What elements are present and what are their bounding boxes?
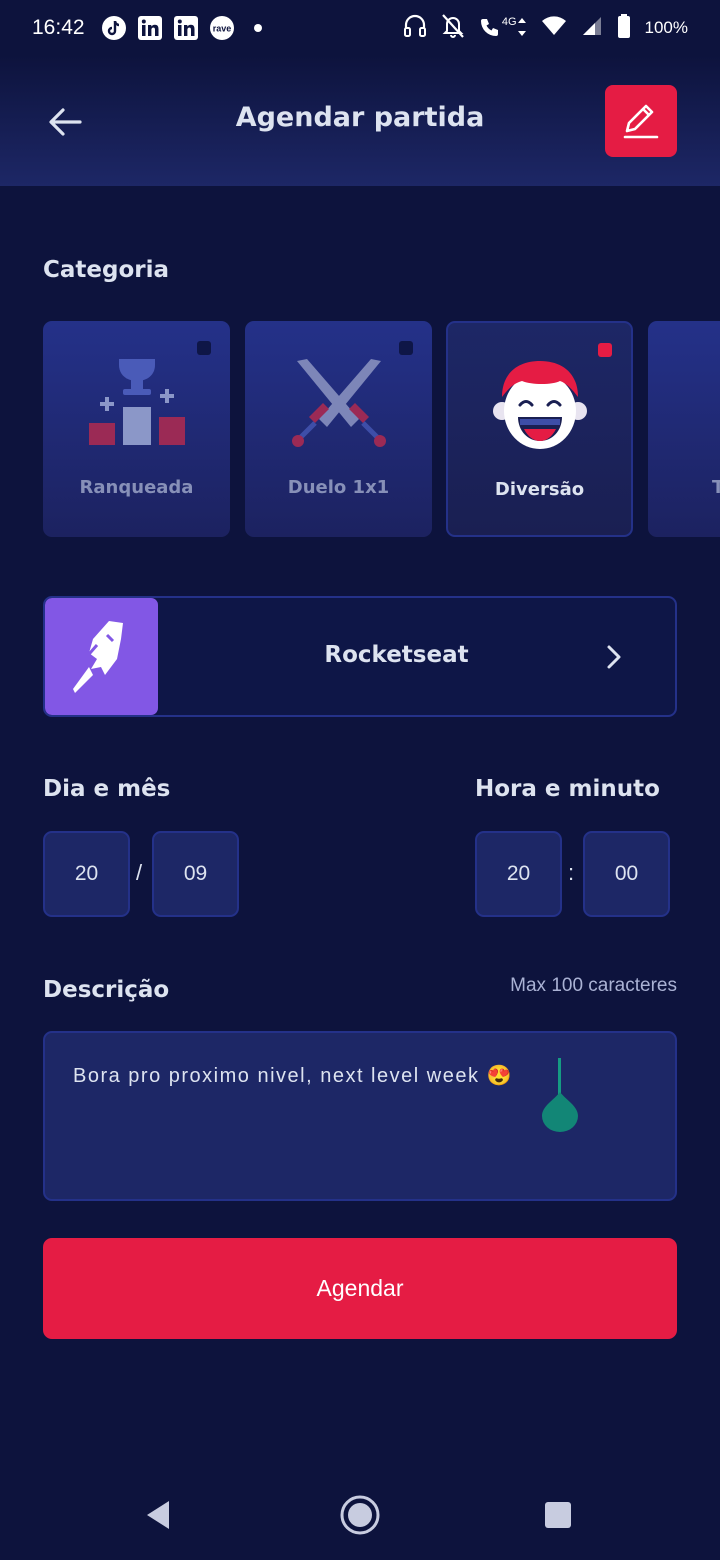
- laughing-face-icon: [448, 359, 631, 451]
- category-checkbox-checked: [598, 343, 612, 357]
- time-separator: :: [568, 860, 575, 885]
- category-card-diversao[interactable]: Diversão: [446, 321, 633, 537]
- tiktok-icon: [101, 15, 127, 41]
- guild-name: Rocketseat: [324, 642, 469, 668]
- category-card-ranqueada[interactable]: Ranqueada: [43, 321, 230, 537]
- hour-input[interactable]: 20: [475, 831, 562, 917]
- dot-icon: [245, 15, 271, 41]
- crossed-swords-icon: [245, 357, 432, 449]
- triangle-back-icon: [147, 1501, 169, 1529]
- category-label-duelo: Duelo 1x1: [287, 477, 390, 498]
- controller-icon: [648, 357, 720, 449]
- battery-percent: 100%: [644, 18, 688, 37]
- linkedin-icon: [173, 15, 199, 41]
- circle-home-icon: [340, 1495, 380, 1535]
- system-nav-bar: [0, 1470, 720, 1560]
- trophy-podium-icon: [43, 357, 230, 449]
- nav-back-button[interactable]: [135, 1492, 181, 1538]
- time-label: Hora e minuto: [475, 776, 660, 802]
- text-cursor-handle[interactable]: [540, 1058, 580, 1136]
- nav-home-button[interactable]: [337, 1492, 383, 1538]
- wifi-icon: [541, 15, 567, 41]
- app-header: Agendar partida: [0, 56, 720, 186]
- date-label: Dia e mês: [43, 776, 171, 802]
- schedule-button[interactable]: Agendar: [43, 1238, 677, 1339]
- description-label: Descrição: [43, 977, 170, 1003]
- battery-icon: [617, 13, 631, 43]
- square-recents-icon: [545, 1502, 571, 1528]
- signal-icon: [581, 15, 603, 41]
- month-input[interactable]: 09: [152, 831, 239, 917]
- status-bar: 16:42 rave 4G 100%: [0, 0, 720, 56]
- edit-button[interactable]: [605, 85, 677, 157]
- rave-icon: rave: [209, 15, 235, 41]
- category-label-diversao: Diversão: [494, 479, 585, 500]
- pencil-icon: [623, 104, 659, 139]
- category-list: Ranqueada Duelo 1x1 Diversão T: [43, 321, 720, 537]
- bell-off-icon: [441, 13, 465, 43]
- svg-text:rave: rave: [212, 24, 231, 34]
- linkedin-icon: [137, 15, 163, 41]
- category-label: Categoria: [43, 257, 170, 283]
- minute-input[interactable]: 00: [583, 831, 670, 917]
- category-checkbox: [197, 341, 211, 355]
- category-label-ranqueada: Ranqueada: [79, 477, 194, 498]
- category-card-duelo[interactable]: Duelo 1x1: [245, 321, 432, 537]
- guild-selector[interactable]: Rocketseat: [43, 596, 677, 717]
- rocketseat-logo-icon: [45, 598, 158, 715]
- chevron-right-icon: [605, 644, 623, 674]
- network-label: 4G: [501, 16, 517, 28]
- system-icons: 4G 100%: [403, 0, 688, 56]
- category-checkbox: [399, 341, 413, 355]
- date-separator: /: [136, 860, 143, 885]
- category-label-partial: T: [712, 477, 720, 498]
- headphones-icon: [403, 13, 427, 43]
- notification-icons: rave: [101, 15, 271, 41]
- day-input[interactable]: 20: [43, 831, 130, 917]
- max-chars-hint: Max 100 caracteres: [510, 975, 677, 996]
- status-time: 16:42: [32, 16, 85, 39]
- category-card-partial[interactable]: T: [648, 321, 720, 537]
- nav-recents-button[interactable]: [535, 1492, 581, 1538]
- wifi-calling-icon: 4G: [479, 16, 527, 40]
- description-textarea[interactable]: Bora pro proximo nivel, next level week …: [43, 1031, 677, 1201]
